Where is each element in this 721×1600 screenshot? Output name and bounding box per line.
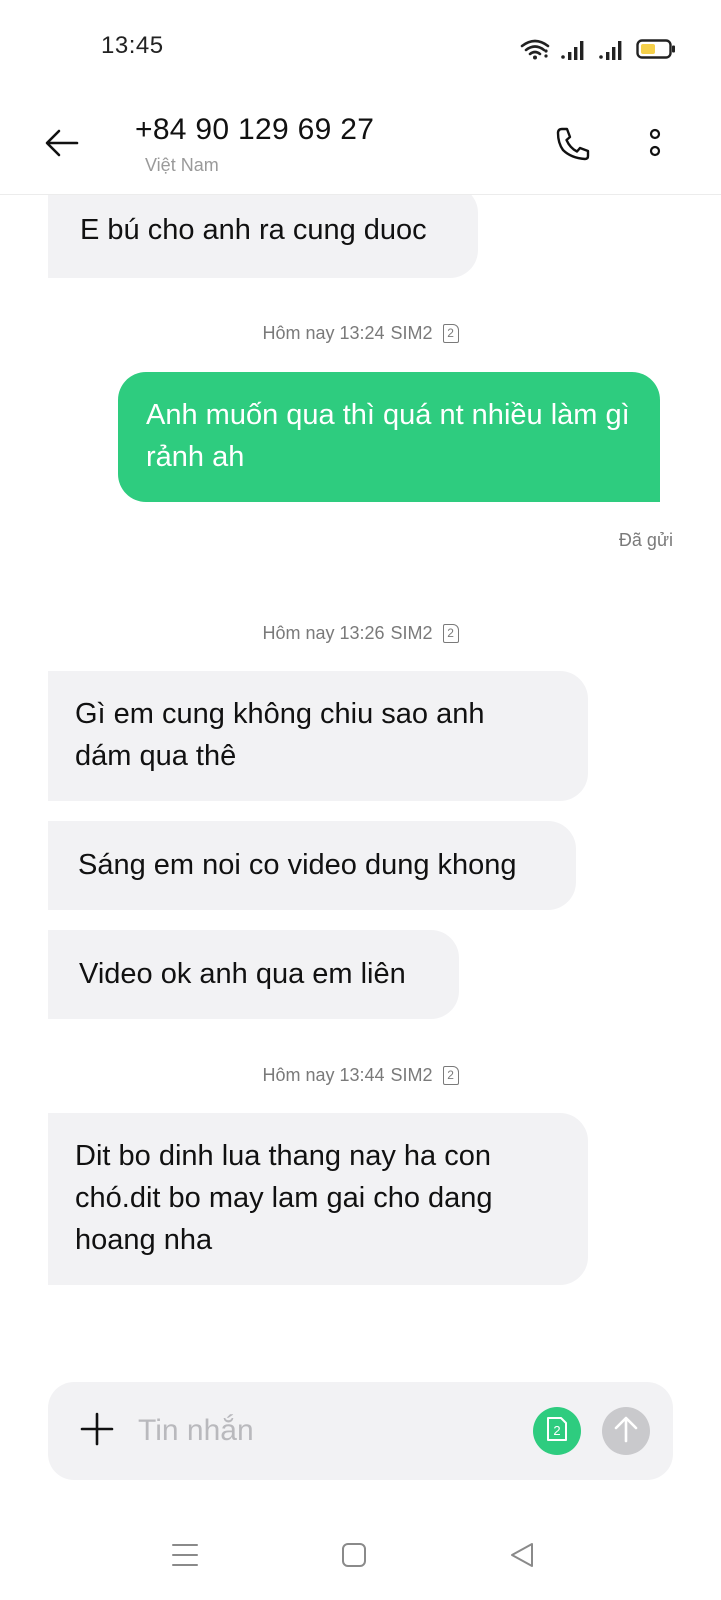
- status-bar: 13:45: [0, 0, 721, 95]
- more-vertical-icon: [648, 127, 662, 166]
- message-timestamp: Hôm nay 13:26 SIM2 2: [0, 623, 721, 644]
- more-options-button[interactable]: [630, 121, 680, 171]
- sim-select-button[interactable]: 2: [533, 1407, 581, 1455]
- call-button[interactable]: [548, 121, 598, 171]
- timestamp-label: Hôm nay 13:44: [262, 1065, 385, 1085]
- signal-sim2-icon: [598, 38, 626, 60]
- status-time: 13:45: [101, 32, 164, 59]
- signal-sim1-icon: [560, 38, 588, 60]
- message-bubble-incoming[interactable]: Sáng em noi co video dung khong: [48, 821, 576, 910]
- sim-card-icon: 2: [442, 624, 459, 643]
- sim-button-label: 2: [553, 1423, 560, 1438]
- sent-status: Đã gửi: [618, 530, 673, 550]
- message-bubble-outgoing[interactable]: Anh muốn qua thì quá nt nhiều làm gì rản…: [118, 372, 660, 502]
- message-text: Video ok anh qua em liên: [79, 958, 406, 990]
- plus-icon: [80, 1412, 114, 1451]
- back-nav-button[interactable]: [497, 1532, 547, 1582]
- message-bubble-incoming[interactable]: Gì em cung không chiu sao anh dám qua th…: [48, 671, 588, 801]
- message-input[interactable]: [138, 1406, 558, 1456]
- message-timestamp: Hôm nay 13:44 SIM2 2: [0, 1065, 721, 1086]
- attach-button[interactable]: [72, 1406, 122, 1456]
- message-text: Dit bo dinh lua thang nay ha con chó.dit…: [75, 1140, 493, 1256]
- wifi-icon: [520, 38, 550, 60]
- message-list[interactable]: E bú cho anh ra cung duoc Hôm nay 13:24 …: [0, 185, 721, 1365]
- message-bubble-incoming[interactable]: Video ok anh qua em liên: [48, 930, 459, 1019]
- sim-card-icon: 2: [546, 1416, 568, 1447]
- back-arrow-icon: [44, 128, 80, 163]
- sim-label: SIM2: [390, 1065, 433, 1085]
- send-button[interactable]: [602, 1407, 650, 1455]
- message-bubble-incoming[interactable]: E bú cho anh ra cung duoc: [48, 185, 478, 278]
- sim-label: SIM2: [390, 323, 433, 343]
- contact-country: Việt Nam: [145, 155, 219, 175]
- back-button[interactable]: [36, 119, 88, 171]
- back-triangle-icon: [509, 1542, 535, 1573]
- home-square-icon: [341, 1542, 367, 1573]
- home-button[interactable]: [329, 1532, 379, 1582]
- recent-apps-button[interactable]: [160, 1532, 210, 1582]
- sim-card-icon: 2: [442, 1066, 459, 1085]
- sim-label: SIM2: [390, 623, 433, 643]
- phone-icon: [554, 125, 592, 168]
- message-composer: 2: [48, 1382, 673, 1480]
- message-text: Anh muốn qua thì quá nt nhiều làm gì rản…: [146, 399, 630, 473]
- menu-icon: [172, 1543, 198, 1572]
- sim-card-icon: 2: [442, 324, 459, 343]
- battery-icon: [636, 38, 676, 60]
- arrow-up-icon: [613, 1415, 639, 1448]
- timestamp-label: Hôm nay 13:26: [262, 623, 385, 643]
- conversation-header: +84 90 129 69 27 Việt Nam: [0, 95, 721, 195]
- timestamp-label: Hôm nay 13:24: [262, 323, 385, 343]
- status-icons: [520, 34, 676, 60]
- message-text: Gì em cung không chiu sao anh dám qua th…: [75, 698, 485, 772]
- message-text: E bú cho anh ra cung duoc: [80, 214, 427, 246]
- message-bubble-incoming[interactable]: Dit bo dinh lua thang nay ha con chó.dit…: [48, 1113, 588, 1285]
- message-timestamp: Hôm nay 13:24 SIM2 2: [0, 323, 721, 344]
- message-text: Sáng em noi co video dung khong: [78, 849, 517, 881]
- contact-number: +84 90 129 69 27: [135, 113, 375, 146]
- system-nav-bar: [0, 1512, 721, 1600]
